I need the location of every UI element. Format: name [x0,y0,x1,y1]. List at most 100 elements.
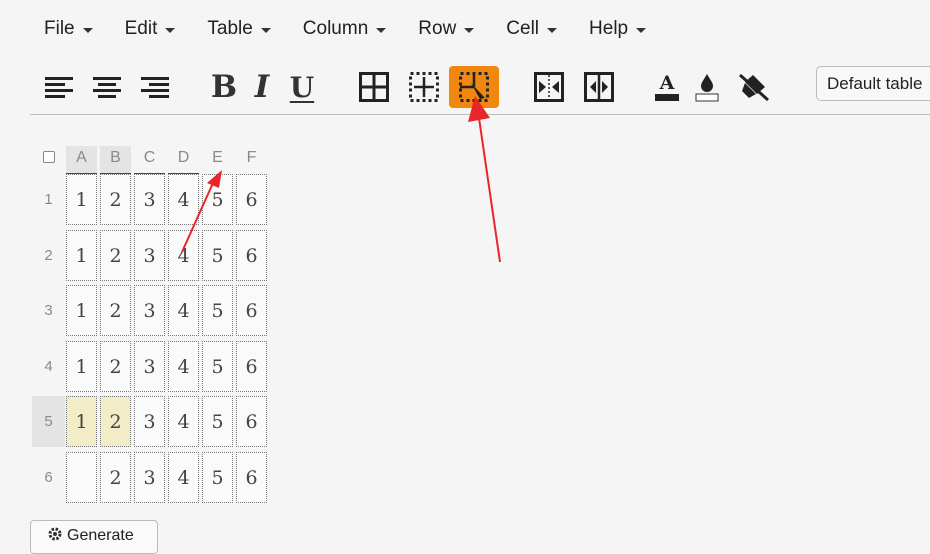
table-cell[interactable]: 6 [236,452,267,503]
menu-row-label: Row [418,18,457,39]
caret-down-icon [165,27,176,33]
table-cell[interactable]: 4 [168,174,199,225]
caret-down-icon [636,27,647,33]
table-cell[interactable]: 5 [202,230,233,281]
table-style-select[interactable]: Default table [816,66,930,101]
generate-button[interactable]: Generate [30,520,158,554]
inner-borders-icon [409,72,439,102]
inner-borders-button[interactable] [399,66,449,108]
table-cell[interactable] [66,452,97,503]
caret-down-icon [82,27,93,33]
select-cells-button[interactable] [449,66,499,108]
all-borders-button[interactable] [349,66,399,108]
table-cell[interactable]: 4 [168,396,199,447]
table-cell[interactable]: 5 [202,341,233,392]
column-header-c[interactable]: C [134,146,165,175]
row-header-3[interactable]: 3 [32,285,65,336]
menu-row[interactable]: Row [418,14,475,44]
fill-color-icon [695,74,719,102]
menu-file-label: File [44,18,75,39]
merge-cells-button[interactable] [524,66,574,108]
menu-bar: File Edit Table Column Row Cell Help [30,14,678,44]
row-header-5[interactable]: 5 [32,396,65,447]
split-cells-button[interactable] [574,66,624,108]
table-cell[interactable]: 3 [134,285,165,336]
menu-file[interactable]: File [44,14,93,44]
fill-color-button[interactable] [682,66,732,108]
table-cell[interactable]: 5 [202,285,233,336]
column-header-e[interactable]: E [202,146,233,173]
clear-format-icon [739,73,769,102]
row-header-2[interactable]: 2 [32,230,65,281]
menu-column-label: Column [302,18,369,39]
underline-button[interactable]: U [277,66,327,108]
align-right-icon [141,77,169,98]
table-cell[interactable]: 3 [134,230,165,281]
table-cell[interactable]: 2 [100,452,131,503]
column-header-d[interactable]: D [168,146,199,175]
row-header-4[interactable]: 4 [32,341,65,392]
table-cell[interactable]: 3 [134,174,165,225]
menu-help[interactable]: Help [589,14,647,44]
table-cell[interactable]: 1 [66,285,97,336]
table-cell[interactable]: 6 [236,230,267,281]
table-cell[interactable]: 6 [236,285,267,336]
menu-table-label: Table [207,18,253,39]
align-left-icon [45,77,73,98]
table-cell[interactable]: 1 [66,174,97,225]
menu-cell[interactable]: Cell [506,14,558,44]
table-cell[interactable]: 5 [202,174,233,225]
menu-edit[interactable]: Edit [125,14,176,44]
all-borders-icon [359,72,389,102]
bold-icon: B [210,69,238,105]
toolbar-divider [30,114,930,115]
table-cell-selected[interactable]: 1 [66,396,97,447]
table-cell[interactable]: 3 [134,396,165,447]
table-cell[interactable]: 2 [100,341,131,392]
split-cells-icon [584,72,614,102]
table-cell[interactable]: 3 [134,341,165,392]
menu-table[interactable]: Table [207,14,271,44]
align-center-button[interactable] [82,66,132,108]
table-cell[interactable]: 5 [202,452,233,503]
align-left-button[interactable] [34,66,84,108]
column-header-a[interactable]: A [66,146,97,175]
caret-down-icon [464,27,475,33]
select-all-checkbox[interactable] [43,151,55,163]
caret-down-icon [260,27,271,33]
menu-help-label: Help [589,18,629,39]
table-cell-selected[interactable]: 2 [100,396,131,447]
table-cell[interactable]: 2 [100,230,131,281]
row-header-6[interactable]: 6 [32,452,65,503]
annotation-arrow [468,96,501,263]
table-cell[interactable]: 2 [100,174,131,225]
menu-edit-label: Edit [124,18,158,39]
column-header-f[interactable]: F [236,146,267,173]
table-cell[interactable]: 4 [168,285,199,336]
align-right-button[interactable] [130,66,180,108]
row-header-1[interactable]: 1 [32,174,65,225]
svg-text:A: A [659,72,675,94]
merge-cells-icon [534,72,564,102]
menu-cell-label: Cell [506,18,540,39]
table-cell[interactable]: 6 [236,174,267,225]
table-cell[interactable]: 5 [202,396,233,447]
table-cell[interactable]: 2 [100,285,131,336]
gears-icon [48,527,62,541]
table-cell[interactable]: 4 [168,452,199,503]
text-color-icon: A [655,72,679,101]
table-cell[interactable]: 1 [66,341,97,392]
column-header-b[interactable]: B [100,146,131,175]
table-cell[interactable]: 6 [236,396,267,447]
align-center-icon [93,77,121,98]
table-cell[interactable]: 4 [168,230,199,281]
menu-column[interactable]: Column [302,14,387,44]
table-cell[interactable]: 1 [66,230,97,281]
clear-format-button[interactable] [729,66,779,108]
underline-icon: U [289,70,315,104]
table-cell[interactable]: 4 [168,341,199,392]
caret-down-icon [547,27,558,33]
toolbar: B I U A [0,62,930,114]
table-cell[interactable]: 3 [134,452,165,503]
table-cell[interactable]: 6 [236,341,267,392]
